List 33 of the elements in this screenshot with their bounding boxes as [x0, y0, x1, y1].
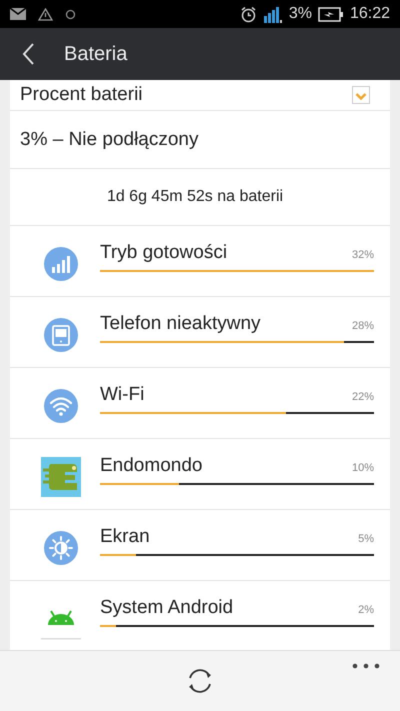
tablet-icon	[44, 318, 78, 352]
circle-icon	[65, 8, 76, 20]
usage-percent: 10%	[352, 462, 374, 474]
battery-status: 3% – Nie podłączony	[20, 128, 198, 150]
app-icon	[41, 456, 81, 498]
usage-percent: 28%	[352, 320, 374, 332]
mail-icon	[10, 8, 26, 20]
usage-percent: 2%	[358, 604, 374, 616]
battery-charging-icon	[318, 6, 344, 22]
battery-percent: 3%	[288, 5, 312, 23]
checkbox[interactable]	[352, 86, 370, 104]
usage-name: Endomondo	[100, 455, 202, 477]
wifi-icon	[44, 389, 78, 423]
usage-name: Tryb gotowości	[100, 242, 228, 264]
signal-bars-icon	[44, 247, 78, 281]
usage-name: System Android	[100, 597, 234, 619]
more-button[interactable]	[350, 661, 382, 671]
usage-percent: 22%	[352, 391, 374, 403]
usage-percent: 32%	[352, 249, 374, 261]
screen-title: Bateria	[64, 42, 128, 66]
time-on-battery: 1d 6g 45m 52s na baterii	[106, 188, 284, 206]
brightness-icon	[44, 531, 78, 565]
usage-percent: 5%	[358, 533, 374, 545]
signal-icon	[262, 6, 283, 22]
setting-label: Procent baterii	[20, 84, 143, 106]
usage-name: Wi-Fi	[100, 384, 144, 406]
warning-icon	[38, 8, 53, 20]
usage-name: Ekran	[100, 526, 150, 548]
more-icon	[352, 663, 380, 669]
checkmark-icon	[355, 90, 367, 100]
usage-name: Telefon nieaktywny	[100, 313, 261, 335]
alarm-icon	[240, 6, 257, 22]
clock-time: 16:22	[350, 5, 390, 23]
